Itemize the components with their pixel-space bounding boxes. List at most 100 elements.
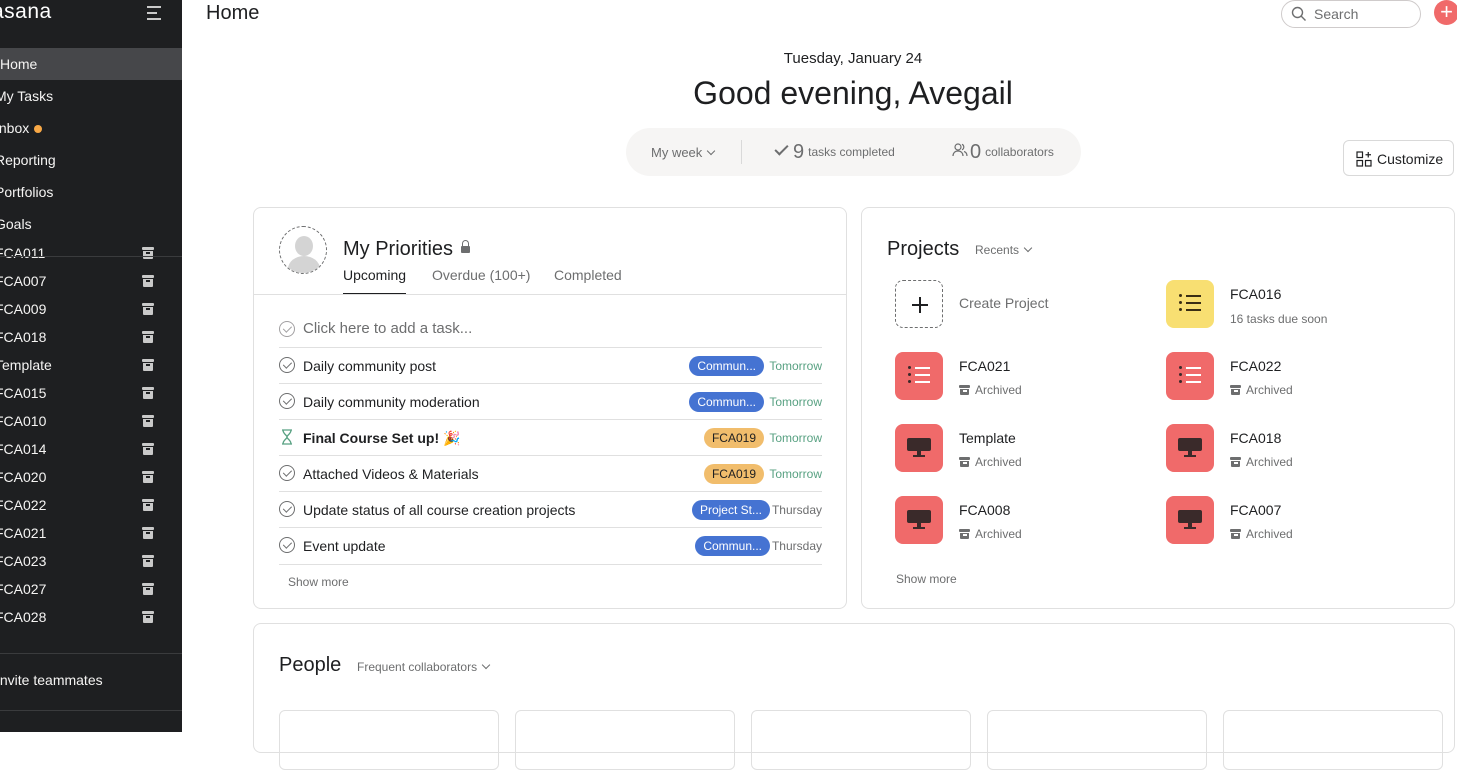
project-item[interactable]: FCA018 Archived [1166,424,1426,472]
project-item[interactable]: FCA007 Archived [1166,496,1426,544]
project-item[interactable]: FCA022 Archived [1166,352,1426,400]
sidebar-item-reporting[interactable]: Reporting [0,144,182,176]
project-tag[interactable]: Commun... [689,356,764,376]
sidebar-item-inbox[interactable]: Inbox [0,112,182,144]
invite-teammates-button[interactable]: Invite teammates [0,672,103,688]
tab-upcoming[interactable]: Upcoming [343,267,407,295]
customize-button[interactable]: Customize [1343,140,1454,176]
task-name: Update status of all course creation pro… [303,502,576,518]
person-card[interactable] [987,710,1207,770]
sidebar-item-goals[interactable]: Goals [0,208,182,240]
show-more-projects-button[interactable]: Show more [896,572,957,586]
archive-icon [1230,385,1241,395]
create-project-button[interactable]: Create Project [895,280,1155,328]
project-tag[interactable]: Commun... [695,536,770,556]
asana-logo[interactable]: asana [0,0,52,24]
project-status: Archived [975,527,1022,541]
project-tag[interactable]: FCA019 [703,428,764,448]
sidebar-project-item[interactable]: FCA021 [0,519,182,547]
task-name: Daily community post [303,358,437,374]
people-widget: People Frequent collaborators [253,623,1455,770]
avatar[interactable] [279,226,327,274]
archive-icon [959,385,970,395]
sidebar-item-portfolios[interactable]: Portfolios [0,176,182,208]
task-name: Event update [303,538,386,554]
check-circle-icon[interactable] [279,393,295,409]
person-card[interactable] [1223,710,1443,770]
add-task-input[interactable]: Click here to add a task... [279,318,822,348]
sidebar-project-item[interactable]: FCA028 [0,603,182,631]
archive-icon [142,443,154,455]
sidebar-project-item[interactable]: FCA020 [0,463,182,491]
due-date: Tomorrow [769,467,822,481]
project-tile [1166,280,1214,328]
task-row[interactable]: Update status of all course creation pro… [279,491,822,527]
archive-icon [142,499,154,511]
quick-add-button[interactable]: + [1434,0,1457,25]
check-circle-icon[interactable] [279,537,295,553]
show-more-tasks-button[interactable]: Show more [288,575,349,589]
projects-filter-dropdown[interactable]: Recents [975,243,1033,257]
project-name: FCA021 [959,358,1011,374]
check-circle-icon[interactable] [279,357,295,373]
project-item[interactable]: FCA016 16 tasks due soon [1166,280,1426,328]
project-tag[interactable]: Commun... [689,392,764,412]
due-date: Thursday [771,503,822,517]
project-tag[interactable]: FCA019 [703,464,764,484]
sidebar-project-item[interactable]: FCA015 [0,379,182,407]
task-row[interactable]: Daily community post Commun... Tomorrow [279,347,822,383]
check-circle-icon [279,321,295,337]
sidebar-project-item[interactable]: FCA011 [0,239,182,267]
sidebar-project-item[interactable]: FCA010 [0,407,182,435]
list-icon [908,366,930,386]
hourglass-icon [282,429,292,445]
people-filter-dropdown[interactable]: Frequent collaborators [357,660,491,674]
archive-icon [142,527,154,539]
collapse-sidebar-icon[interactable] [143,5,161,21]
sidebar-project-label: FCA023 [0,553,47,569]
sidebar-project-list: FCA011 FCA007 FCA009 FCA018 Template FCA015 FC… [0,239,182,631]
archive-icon [142,471,154,483]
check-circle-icon[interactable] [279,465,295,481]
divider [0,710,182,711]
sidebar-project-item[interactable]: FCA027 [0,575,182,603]
archive-icon [142,359,154,371]
chevron-down-icon [707,146,716,156]
person-card[interactable] [515,710,735,770]
project-subtitle: Archived [959,455,1022,469]
task-row[interactable]: Attached Videos & Materials FCA019 Tomorro… [279,455,822,491]
project-name: FCA008 [959,502,1011,518]
sidebar-item-label: Inbox [0,120,30,136]
project-item[interactable]: FCA008 Archived [895,496,1155,544]
project-item[interactable]: FCA021 Archived [895,352,1155,400]
person-card[interactable] [751,710,971,770]
sidebar-project-item[interactable]: FCA007 [0,267,182,295]
sidebar-project-label: FCA021 [0,525,47,541]
project-item[interactable]: Template Archived [895,424,1155,472]
sidebar-project-item[interactable]: FCA009 [0,295,182,323]
divider [0,256,182,257]
sidebar-project-item[interactable]: FCA014 [0,435,182,463]
sidebar-project-item[interactable]: FCA023 [0,547,182,575]
project-tile [895,496,943,544]
project-tile [895,352,943,400]
period-dropdown[interactable]: My week [651,145,716,160]
person-card[interactable] [279,710,499,770]
sidebar-project-item[interactable]: FCA018 [0,323,182,351]
sidebar-project-item[interactable]: Template [0,351,182,379]
collaborators-stat: 0 collaborators [952,141,1054,164]
task-name: Final Course Set up! 🎉 [303,430,461,446]
check-circle-icon[interactable] [279,501,295,517]
filter-label: Frequent collaborators [357,660,478,674]
sidebar-item-label: Reporting [0,152,56,168]
task-row[interactable]: Event update Commun... Thursday [279,527,822,563]
greeting-text: Good evening, Avegail [693,75,1013,111]
tab-completed[interactable]: Completed [554,267,622,295]
sidebar-project-item[interactable]: FCA022 [0,491,182,519]
task-row[interactable]: Final Course Set up! 🎉 FCA019 Tomorrow [279,419,822,455]
projects-widget: Projects Recents Create Project FCA016 16… [861,207,1455,609]
tab-overdue[interactable]: Overdue (100+) [432,267,530,295]
project-tag[interactable]: Project St... [691,500,770,520]
task-row[interactable]: Daily community moderation Commun... Tomor… [279,383,822,419]
search-input[interactable]: Search [1281,0,1421,28]
